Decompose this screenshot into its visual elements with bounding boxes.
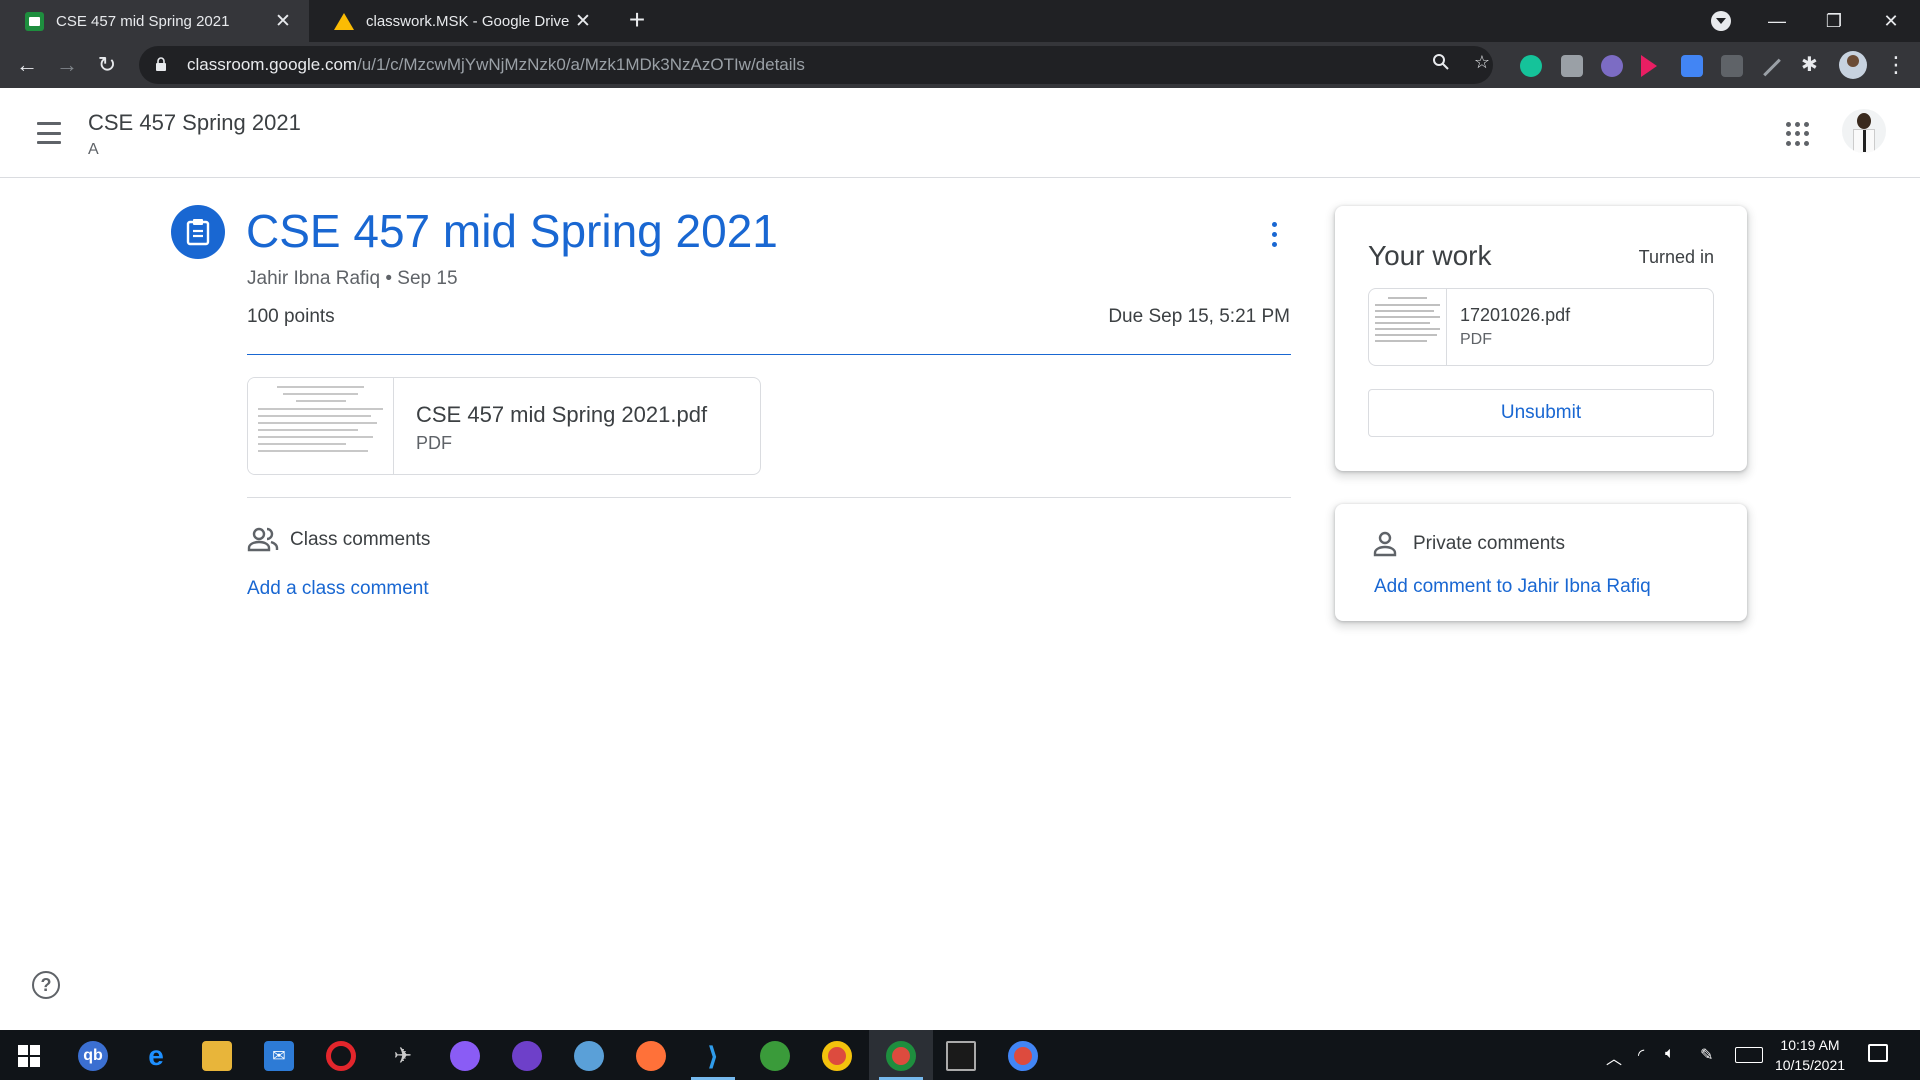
work-status: Turned in <box>1638 247 1714 267</box>
pen-workspace-icon[interactable]: ✎ <box>1700 1045 1713 1065</box>
lock-icon <box>156 57 166 71</box>
assignment-due-date: Due Sep 15, 5:21 PM <box>1108 306 1290 327</box>
terminal-icon[interactable] <box>946 1041 976 1071</box>
assignment-points: 100 points <box>247 306 335 327</box>
qbittorrent-icon[interactable]: qb <box>78 1041 108 1071</box>
url-host: classroom.google.com <box>187 55 358 74</box>
private-comments-card: Private comments Add comment to Jahir Ib… <box>1335 504 1747 621</box>
private-comments-label: Private comments <box>1413 533 1566 554</box>
google-apps-icon[interactable] <box>1786 122 1810 146</box>
submitted-file-name: 17201026.pdf <box>1460 305 1571 325</box>
close-tab-icon[interactable]: ✕ <box>569 7 597 35</box>
assignment-author: Jahir Ibna Rafiq <box>247 268 381 289</box>
github-icon[interactable] <box>512 1041 542 1071</box>
drive-favicon-icon <box>334 12 354 30</box>
close-window-icon[interactable]: ✕ <box>1863 0 1919 42</box>
chrome-icon[interactable] <box>822 1041 852 1071</box>
network-icon[interactable]: ◜ <box>1638 1045 1644 1065</box>
browser-menu-icon[interactable]: ⋮ <box>1885 52 1907 78</box>
file-explorer-icon[interactable] <box>202 1041 232 1071</box>
extensions-puzzle-icon[interactable]: ✱ <box>1801 52 1823 76</box>
tab-title: CSE 457 mid Spring 2021 <box>56 12 230 30</box>
volume-icon[interactable]: 🔈︎ <box>1665 1045 1675 1063</box>
zoom-icon[interactable] <box>1431 52 1451 72</box>
taskbar-clock[interactable]: 10:19 AM 10/15/2021 <box>1764 1035 1856 1075</box>
mail-icon[interactable]: ✉ <box>264 1041 294 1071</box>
chrome-active-icon[interactable] <box>886 1041 916 1071</box>
your-work-card: Your work Turned in 17201026.pdf PDF Uns… <box>1335 206 1747 471</box>
attachment-name: CSE 457 mid Spring 2021.pdf <box>416 402 708 427</box>
camera-extension-icon[interactable] <box>1561 55 1583 77</box>
play-extension-icon[interactable] <box>1641 55 1657 77</box>
windows-taskbar: qb e ✉ ✈ ⟩ ︿ ◜ 🔈︎ ✎ 10:19 AM 10/15/2021 <box>0 1030 1920 1080</box>
more-options-icon[interactable] <box>1262 219 1286 249</box>
submitted-file-card[interactable]: 17201026.pdf PDF <box>1368 288 1714 366</box>
title-divider <box>247 354 1291 355</box>
assignment-title: CSE 457 mid Spring 2021 <box>246 205 778 257</box>
notification-center-icon[interactable] <box>1868 1044 1888 1062</box>
extension-icon[interactable] <box>1601 55 1623 77</box>
grammarly-extension-icon[interactable] <box>1520 55 1542 77</box>
url-path: /u/1/c/MzcwMjYwNjMzNzk0/a/Mzk1MDk3NzAzOT… <box>357 55 805 74</box>
paint-app-icon[interactable] <box>574 1041 604 1071</box>
assignment-icon <box>171 205 225 259</box>
new-tab-plus-icon[interactable]: + <box>622 6 652 36</box>
browser-toolbar: ← → ↻ classroom.google.com/u/1/c/MzcwMjY… <box>0 42 1920 88</box>
attachment-card[interactable]: CSE 457 mid Spring 2021.pdf PDF <box>247 377 761 475</box>
browser-tab-bar: CSE 457 mid Spring 2021 ✕ classwork.MSK … <box>0 0 1920 42</box>
minimize-icon[interactable]: — <box>1749 0 1805 42</box>
pdf-thumbnail <box>248 378 394 474</box>
add-class-comment-link[interactable]: Add a class comment <box>247 578 429 600</box>
clock-time: 10:19 AM <box>1780 1037 1840 1053</box>
back-arrow-icon[interactable]: ← <box>12 50 42 80</box>
attachment-type: PDF <box>416 433 452 453</box>
keyboard-icon[interactable] <box>1735 1047 1763 1063</box>
meta-separator: • <box>380 268 398 289</box>
windows-start-icon[interactable] <box>18 1045 40 1067</box>
account-avatar[interactable] <box>1842 109 1886 153</box>
bookmark-star-icon[interactable]: ☆ <box>1472 52 1492 72</box>
tab-drive[interactable]: classwork.MSK - Google Drive ✕ <box>309 0 609 42</box>
reload-icon[interactable]: ↻ <box>92 50 122 80</box>
class-name[interactable]: CSE 457 Spring 2021 <box>88 110 301 136</box>
classroom-header: CSE 457 Spring 2021 A <box>0 88 1920 178</box>
tab-classroom[interactable]: CSE 457 mid Spring 2021 ✕ <box>0 0 309 42</box>
show-hidden-icons-icon[interactable]: ︿ <box>1606 1045 1622 1069</box>
satellite-app-icon[interactable]: ✈ <box>388 1041 418 1071</box>
address-bar[interactable]: classroom.google.com/u/1/c/MzcwMjYwNjMzN… <box>139 46 1493 84</box>
class-section: A <box>88 141 99 158</box>
edge-icon[interactable]: e <box>141 1040 171 1071</box>
tab-title: classwork.MSK - Google Drive <box>366 12 569 30</box>
restore-icon[interactable]: ❐ <box>1806 0 1862 42</box>
people-icon <box>247 527 279 552</box>
person-icon <box>1373 531 1397 557</box>
sync-app-icon[interactable] <box>760 1041 790 1071</box>
assignment-meta: Jahir Ibna Rafiq • Sep 15 <box>247 268 458 290</box>
forward-arrow-icon[interactable]: → <box>52 50 82 80</box>
profile-avatar[interactable] <box>1839 51 1867 79</box>
firefox-icon[interactable] <box>636 1041 666 1071</box>
close-tab-icon[interactable]: ✕ <box>269 7 297 35</box>
classroom-favicon-icon <box>25 11 44 31</box>
assignment-posted-date: Sep 15 <box>397 268 458 289</box>
chrome-profile-icon[interactable] <box>1008 1041 1038 1071</box>
class-comments-label: Class comments <box>290 529 431 550</box>
messenger-icon[interactable] <box>450 1041 480 1071</box>
pdf-thumbnail <box>1369 289 1447 365</box>
section-divider <box>247 497 1291 498</box>
extension-icon[interactable] <box>1721 55 1743 77</box>
add-private-comment-link[interactable]: Add comment to Jahir Ibna Rafiq <box>1374 576 1651 598</box>
submitted-file-type: PDF <box>1460 331 1492 348</box>
your-work-title: Your work <box>1368 240 1492 271</box>
vscode-icon[interactable]: ⟩ <box>698 1041 728 1071</box>
unsubmit-button[interactable]: Unsubmit <box>1368 389 1714 437</box>
tab-search-dropdown-icon[interactable] <box>1711 11 1731 31</box>
hamburger-menu-icon[interactable] <box>34 118 64 148</box>
opera-icon[interactable] <box>326 1041 356 1071</box>
download-extension-icon[interactable] <box>1681 55 1703 77</box>
clock-date: 10/15/2021 <box>1774 1057 1846 1073</box>
help-icon[interactable]: ? <box>32 971 60 999</box>
